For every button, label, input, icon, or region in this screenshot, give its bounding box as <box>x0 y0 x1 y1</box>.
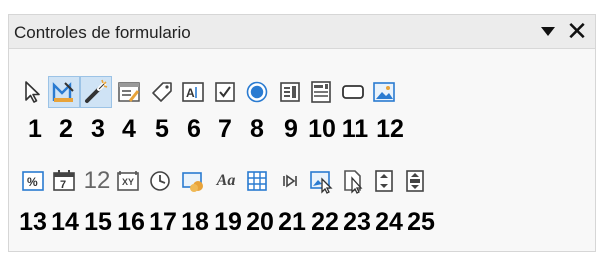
scrollbar-icon[interactable] <box>399 165 431 197</box>
title-bar: Controles de formulario ✕ <box>9 15 595 49</box>
label-field-glyph: Aa <box>216 172 236 189</box>
table-control-icon[interactable] <box>241 165 273 197</box>
tool-number: 24 <box>375 208 403 236</box>
date-field-icon[interactable]: 7 <box>48 165 80 197</box>
tool-number: 14 <box>51 208 79 236</box>
check-box-icon[interactable] <box>209 76 241 108</box>
tool-number: 18 <box>181 208 209 236</box>
svg-text:XY: XY <box>122 177 134 187</box>
image-control-icon[interactable] <box>305 165 337 197</box>
option-button-icon[interactable] <box>241 76 273 108</box>
tool-number: 6 <box>187 115 201 143</box>
panel-title: Controles de formulario <box>14 23 191 42</box>
tool-number: 7 <box>218 115 232 143</box>
tool-number: 4 <box>122 115 136 143</box>
tool-number: 17 <box>149 208 177 236</box>
tool-number: 15 <box>84 208 112 236</box>
currency-field-icon[interactable] <box>177 165 209 197</box>
tool-number: 25 <box>407 208 435 236</box>
tool-number: 22 <box>311 208 339 236</box>
numerical-field-icon[interactable]: 12 <box>81 165 113 197</box>
label-tag-icon[interactable] <box>146 76 178 108</box>
tool-number: 20 <box>246 208 274 236</box>
tool-number: 13 <box>19 208 47 236</box>
select-pointer-icon[interactable] <box>17 76 49 108</box>
tool-number: 10 <box>308 115 336 143</box>
file-selection-icon[interactable] <box>337 165 369 197</box>
tool-number: 19 <box>214 208 242 236</box>
list-box-icon[interactable] <box>274 76 306 108</box>
close-icon[interactable]: ✕ <box>565 18 589 44</box>
tool-number: 16 <box>117 208 145 236</box>
tool-number: 2 <box>59 115 73 143</box>
tool-number: 9 <box>284 115 298 143</box>
tool-number: 12 <box>376 115 404 143</box>
image-button-icon[interactable] <box>368 76 400 108</box>
tool-number: 5 <box>155 115 169 143</box>
form-design-icon[interactable] <box>113 76 145 108</box>
navigation-bar-icon[interactable] <box>274 165 306 197</box>
combo-box-icon[interactable] <box>305 76 337 108</box>
push-button-icon[interactable] <box>337 76 369 108</box>
label-field-icon[interactable]: Aa <box>210 165 242 197</box>
spin-button-icon[interactable] <box>368 165 400 197</box>
svg-text:%: % <box>27 175 38 189</box>
numerical-field-glyph: 12 <box>83 167 111 194</box>
pattern-field-icon[interactable]: XY <box>112 165 144 197</box>
design-mode-icon[interactable] <box>48 76 80 108</box>
formatted-field-icon[interactable]: % <box>17 165 49 197</box>
svg-text:A: A <box>186 86 195 100</box>
tool-number: 8 <box>250 115 264 143</box>
time-field-icon[interactable] <box>144 165 176 197</box>
tool-number: 11 <box>341 115 369 143</box>
tool-number: 21 <box>278 208 306 236</box>
svg-text:7: 7 <box>60 179 66 191</box>
tool-number: 3 <box>91 115 105 143</box>
tool-number: 1 <box>28 115 42 143</box>
chevron-down-icon[interactable] <box>541 24 555 38</box>
tool-number: 23 <box>343 208 371 236</box>
text-box-icon[interactable]: A <box>177 76 209 108</box>
control-wizards-icon[interactable] <box>80 76 112 108</box>
